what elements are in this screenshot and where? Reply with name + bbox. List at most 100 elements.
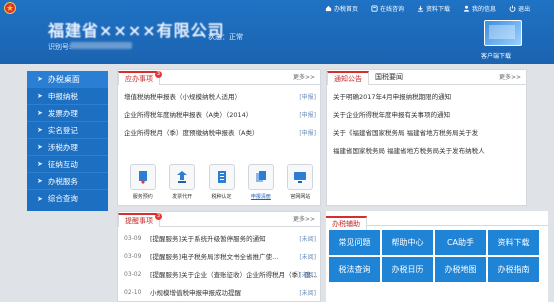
notice-panel: 通知公告 国税要闻 更多>> 关于明确2017年4月申报纳税期限的通知 关于企业…	[326, 69, 527, 206]
reminder-text: [提醒服务]关于系统升级暂停服务的通知	[150, 235, 266, 243]
todo-row-text: 企业所得税年度纳税申报表（A类）（2014）	[124, 111, 253, 119]
quick-entry-label: 发票代开	[172, 194, 193, 200]
tile-ca-assistant[interactable]: CA助手	[435, 230, 486, 255]
sidebar-item-label: 申报纳税	[47, 91, 78, 101]
notice-row[interactable]: 福建省国家税务局 福建省地方税务局关于发布纳税人	[327, 141, 526, 159]
reminder-tag[interactable]: [未阅]	[299, 270, 316, 279]
todo-row[interactable]: 增值税纳税申报表（小规模纳税人适用） [申报]	[118, 87, 320, 105]
nav-home[interactable]: 办税首页	[325, 4, 358, 13]
tab-news-label: 国税要闻	[375, 73, 403, 81]
reminder-row[interactable]: 03-02 [提醒服务]关于企业（查账征收）企业所得税月（季）度... [未阅]	[118, 265, 320, 283]
nav-download-label: 资料下载	[426, 6, 451, 13]
sidebar-item-label: 涉税办理	[47, 142, 78, 152]
nav-home-label: 办税首页	[334, 6, 359, 13]
sidebar-item-declare[interactable]: ➤ 申报纳税	[27, 88, 108, 105]
quick-entry-list[interactable]: 申报清册	[241, 164, 280, 200]
tile-tax-calendar[interactable]: 办税日历	[382, 257, 433, 282]
quick-entry-label: 官网网站	[290, 194, 311, 200]
tab-todo-label: 应办事项	[125, 75, 153, 83]
reminder-row[interactable]: 03-09 [提醒服务]关于系统升级暂停服务的通知 [未阅]	[118, 229, 320, 247]
reminder-date: 03-09	[124, 234, 142, 242]
tile-help-center[interactable]: 帮助中心	[382, 230, 433, 255]
reminder-date: 02-10	[124, 288, 142, 296]
client-download-button[interactable]: 客户端下载	[481, 20, 525, 60]
arrow-right-icon: ➤	[37, 126, 43, 134]
user-icon	[463, 5, 470, 12]
notice-more-link[interactable]: 更多>>	[499, 72, 521, 81]
website-icon	[287, 164, 314, 190]
sidebar-item-interaction[interactable]: ➤ 征纳互动	[27, 156, 108, 173]
notice-row[interactable]: 关于《福建省国家税务局 福建省地方税务局关于发	[327, 123, 526, 141]
nav-myinfo[interactable]: 我的信息	[463, 4, 496, 13]
nav-download[interactable]: 资料下载	[417, 4, 450, 13]
assist-title-bar: 办税辅助	[326, 211, 548, 231]
reminder-panel: 提醒事项 3 更多>> 03-09 [提醒服务]关于系统升级暂停服务的通知 [未阅]…	[117, 211, 321, 302]
reminder-more-link[interactable]: 更多>>	[293, 214, 315, 223]
tile-tax-map[interactable]: 办税地图	[435, 257, 486, 282]
sidebar-item-label: 发票办理	[47, 108, 78, 118]
todo-row-tag[interactable]: [申报]	[299, 128, 316, 137]
tax-record-icon	[129, 164, 156, 190]
invoice-purchase-icon	[169, 164, 196, 190]
sidebar-item-desktop[interactable]: ➤ 办税桌面	[27, 71, 108, 88]
sidebar-item-tax-affairs[interactable]: ➤ 涉税办理	[27, 139, 108, 156]
todo-row-text: 增值税纳税申报表（小规模纳税人适用）	[124, 93, 241, 101]
assist-panel: 办税辅助 常见问题 帮助中心 CA助手 资料下载 税法查询 办税日历 办税地图 …	[326, 211, 548, 302]
notice-row[interactable]: 关于企业所得税年度申报有关事项的通知	[327, 105, 526, 123]
sidebar-item-label: 办税服务	[47, 176, 78, 186]
tab-reminder-label: 提醒事项	[125, 217, 153, 225]
account-status: 状态：正常	[208, 33, 243, 41]
nav-logout[interactable]: 退出	[509, 4, 530, 13]
client-download-label: 客户端下载	[481, 53, 512, 60]
sidebar-item-query[interactable]: ➤ 综合查询	[27, 190, 108, 207]
quick-entry-label: 申报清册	[250, 194, 271, 200]
tab-todo[interactable]: 应办事项 3	[118, 71, 162, 85]
reminder-row[interactable]: 03-09 [提醒服务]电子税务局涉税文书全省推广使... [未阅]	[118, 247, 320, 265]
tile-tax-guide[interactable]: 办税指南	[488, 257, 539, 282]
power-icon	[509, 5, 516, 12]
notice-row[interactable]: 关于明确2017年4月申报纳税期限的通知	[327, 87, 526, 105]
quick-entry-label: 服务预约	[132, 194, 153, 200]
nav-consult[interactable]: 在线咨询	[371, 4, 404, 13]
nav-myinfo-label: 我的信息	[472, 6, 497, 13]
quick-entry-website[interactable]: 官网网站	[281, 164, 320, 200]
tile-faq[interactable]: 常见问题	[329, 230, 380, 255]
reminder-tag[interactable]: [未阅]	[299, 288, 316, 297]
tile-tax-law[interactable]: 税法查询	[329, 257, 380, 282]
arrow-right-icon: ➤	[37, 194, 43, 203]
sidebar-menu: ➤ 办税桌面 ➤ 申报纳税 ➤ 发票办理 ➤ 实名登记 ➤ 涉税办理 ➤ 征纳互动 ➤ 办税服…	[27, 71, 108, 211]
tile-downloads[interactable]: 资料下载	[488, 230, 539, 255]
todo-row-text: 企业所得税月（季）度预缴纳税申报表（A类）	[124, 129, 259, 137]
materials-icon	[247, 164, 274, 190]
todo-row[interactable]: 企业所得税月（季）度预缴纳税申报表（A类） [申报]	[118, 123, 320, 141]
todo-more-link[interactable]: 更多>>	[293, 72, 315, 81]
tab-notice[interactable]: 通知公告	[327, 71, 369, 85]
todo-row-tag[interactable]: [申报]	[299, 110, 316, 119]
todo-count-badge: 3	[155, 71, 162, 78]
company-name: 福建省××××有限公司	[48, 21, 225, 40]
sidebar-item-label: 实名登记	[47, 125, 78, 135]
quick-entry-invoice[interactable]: 发票代开	[162, 164, 201, 200]
todo-row-tag[interactable]: [申报]	[299, 92, 316, 101]
sidebar-item-service[interactable]: ➤ 办税服务	[27, 173, 108, 190]
arrow-right-icon: ➤	[37, 75, 43, 83]
arrow-right-icon: ➤	[37, 143, 43, 151]
reminder-tag[interactable]: [未阅]	[299, 234, 316, 243]
query-icon	[371, 5, 378, 12]
sidebar-item-label: 征纳互动	[47, 159, 78, 169]
national-emblem-icon	[4, 2, 16, 14]
sidebar-item-invoice[interactable]: ➤ 发票办理	[27, 105, 108, 122]
quick-entry-appointment[interactable]: 服务预约	[123, 164, 162, 200]
tab-news[interactable]: 国税要闻	[369, 71, 409, 84]
reminder-row[interactable]: 02-10 小规模增值税申报申报成功提醒 [未阅]	[118, 283, 320, 301]
assist-tile-grid: 常见问题 帮助中心 CA助手 资料下载 税法查询 办税日历 办税地图 办税指南	[329, 230, 545, 282]
tab-reminder[interactable]: 提醒事项 3	[118, 213, 162, 227]
arrow-right-icon: ➤	[37, 177, 43, 185]
sidebar-item-label: 综合查询	[47, 194, 78, 203]
reminder-tag[interactable]: [未阅]	[299, 252, 316, 261]
quick-entry-taxtype[interactable]: 税种认定	[202, 164, 241, 200]
header-banner: 福建省××××有限公司 识别号: 状态：正常 办税首页 在线咨询 资料下载 我的…	[0, 0, 554, 64]
todo-panel: 应办事项 3 更多>> 增值税纳税申报表（小规模纳税人适用） [申报] 企业所得税…	[117, 69, 321, 206]
todo-row[interactable]: 企业所得税年度纳税申报表（A类）（2014） [申报]	[118, 105, 320, 123]
sidebar-item-realname[interactable]: ➤ 实名登记	[27, 122, 108, 139]
